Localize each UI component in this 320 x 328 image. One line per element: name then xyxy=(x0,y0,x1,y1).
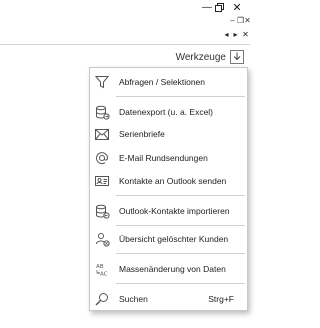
restore-icon xyxy=(214,2,224,12)
replace-text-icon: AB AC xyxy=(94,261,110,277)
svg-text:AC: AC xyxy=(100,271,108,277)
filter-icon xyxy=(94,74,110,90)
svg-text:AB: AB xyxy=(96,264,104,270)
menu-item-label: Outlook-Kontakte importieren xyxy=(119,206,230,216)
database-import-icon xyxy=(94,203,110,219)
toolbar-divider xyxy=(0,44,250,45)
at-sign-icon xyxy=(94,150,110,166)
werkzeuge-menu: Abfragen / Selektionen Datenexport (u. a… xyxy=(89,67,248,311)
menu-item-suchen[interactable]: Suchen Strg+F xyxy=(90,288,247,310)
menu-item-label: Übersicht gelöschter Kunden xyxy=(119,234,229,244)
search-icon xyxy=(94,291,110,307)
menu-item-massenaenderung[interactable]: AB AC Massenänderung von Daten xyxy=(90,258,247,280)
menu-item-geloeschte-kunden[interactable]: Übersicht gelöschter Kunden xyxy=(90,228,247,250)
tab-scroll-left-button[interactable]: ◂ xyxy=(222,30,231,40)
menu-item-email-rundsendungen[interactable]: E-Mail Rundsendungen xyxy=(90,147,247,169)
menu-item-label: Kontakte an Outlook senden xyxy=(119,176,227,186)
menu-item-label: Abfragen / Selektionen xyxy=(119,77,206,87)
deleted-users-icon xyxy=(94,231,110,247)
menu-divider xyxy=(116,96,245,97)
menu-item-serienbriefe[interactable]: Serienbriefe xyxy=(90,123,247,145)
menu-item-outlook-kontakte-importieren[interactable]: Outlook-Kontakte importieren xyxy=(90,200,247,222)
menu-item-label: Massenänderung von Daten xyxy=(119,264,226,274)
menu-divider xyxy=(116,225,245,226)
menu-item-abfragen[interactable]: Abfragen / Selektionen xyxy=(90,71,247,93)
werkzeuge-label[interactable]: Werkzeuge xyxy=(176,52,226,63)
menu-divider xyxy=(116,253,245,254)
menu-divider xyxy=(116,283,245,284)
menu-item-datenexport[interactable]: Datenexport (u. a. Excel) xyxy=(90,101,247,123)
database-export-icon xyxy=(94,104,110,120)
restore-window-button[interactable] xyxy=(212,0,226,14)
menu-item-label: E-Mail Rundsendungen xyxy=(119,153,208,163)
close-window-button[interactable]: ✕ xyxy=(230,0,244,14)
envelope-icon xyxy=(94,126,110,142)
mdi-close-button[interactable]: ✕ xyxy=(243,16,252,26)
contact-card-icon xyxy=(94,173,110,189)
menu-item-label: Serienbriefe xyxy=(119,129,165,139)
shortcut-label: Strg+F xyxy=(208,294,234,304)
arrow-down-icon xyxy=(233,48,241,66)
minimize-icon: — xyxy=(202,1,212,13)
tab-scroll-right-button[interactable]: ▸ xyxy=(231,30,240,40)
close-icon: ✕ xyxy=(232,1,242,14)
tab-close-button[interactable]: ✕ xyxy=(241,30,250,40)
menu-divider xyxy=(116,195,245,196)
menu-item-label: Suchen xyxy=(119,294,148,304)
werkzeuge-dropdown-button[interactable] xyxy=(230,50,244,64)
menu-item-kontakte-outlook-senden[interactable]: Kontakte an Outlook senden xyxy=(90,170,247,192)
menu-item-label: Datenexport (u. a. Excel) xyxy=(119,107,214,117)
